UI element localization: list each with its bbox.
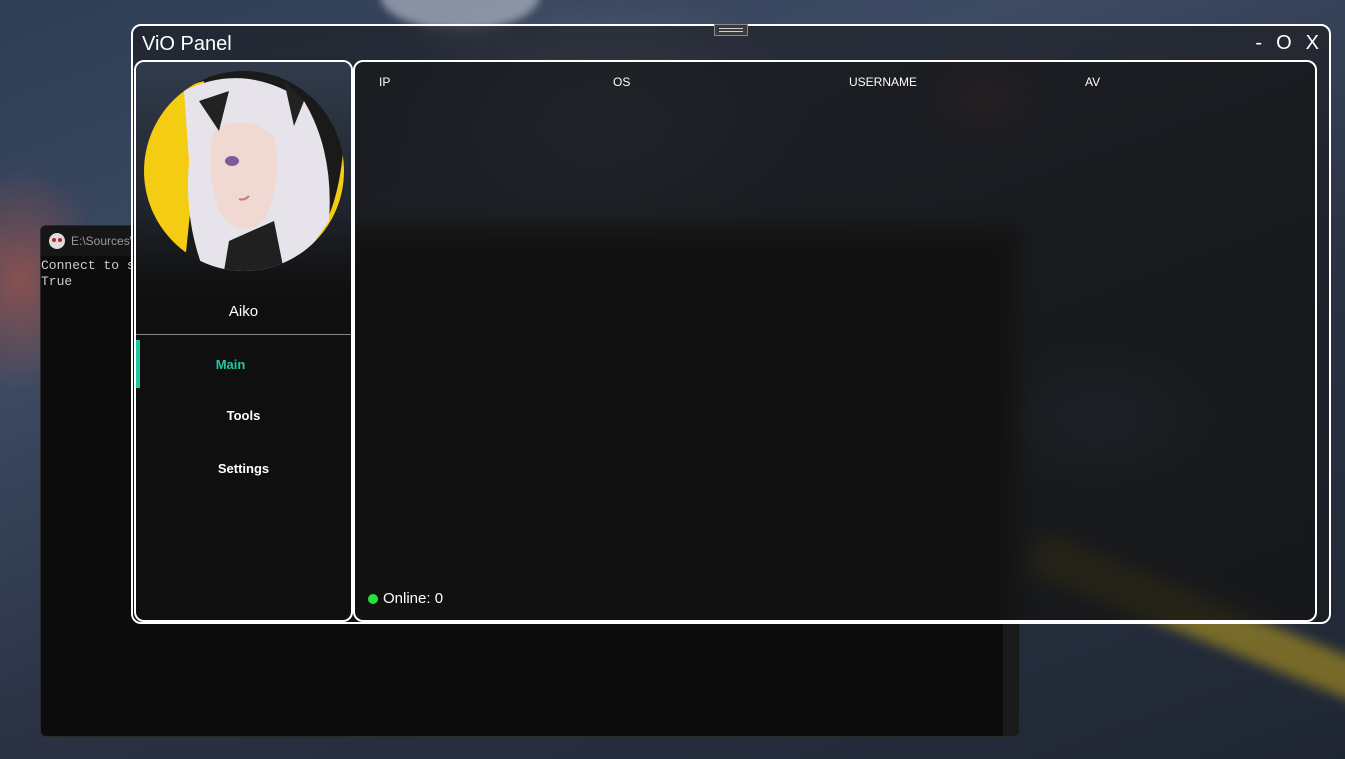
profile-name: Aiko <box>228 303 259 320</box>
sidebar-item-tools[interactable]: Tools <box>136 391 351 439</box>
console-title: E:\Sources\ <box>71 234 134 248</box>
sidebar-item-settings[interactable]: Settings <box>136 444 351 492</box>
sidebar: Aiko Main Tools Settings <box>134 60 353 622</box>
avatar <box>144 71 344 271</box>
drag-handle[interactable] <box>714 24 748 36</box>
window-controls: - O X <box>1255 32 1319 55</box>
clients-table-header: IP OS USERNAME AV <box>355 75 1315 91</box>
online-count: Online: 0 <box>383 590 444 607</box>
vio-panel-window: ViO Panel - O X Aiko Main Tools Settings… <box>131 24 1331 624</box>
maximize-button[interactable]: O <box>1276 32 1292 55</box>
desktop-wallpaper: E:\Sources\ Connect to s True ViO Panel … <box>0 0 1345 759</box>
column-header-os[interactable]: OS <box>613 75 630 89</box>
minimize-button[interactable]: - <box>1255 32 1262 55</box>
active-indicator <box>136 340 140 388</box>
online-dot-icon <box>368 593 378 604</box>
sidebar-divider <box>136 334 351 335</box>
column-header-username[interactable]: USERNAME <box>849 75 917 89</box>
online-status: Online: 0 <box>368 590 443 607</box>
sidebar-item-label: Settings <box>217 460 270 476</box>
skull-icon <box>49 233 65 249</box>
column-header-av[interactable]: AV <box>1085 75 1100 89</box>
main-content: IP OS USERNAME AV Online: 0 <box>353 60 1317 622</box>
column-header-ip[interactable]: IP <box>379 75 390 89</box>
sidebar-item-label: Tools <box>226 407 261 423</box>
window-title: ViO Panel <box>142 33 232 55</box>
avatar-image <box>144 71 344 271</box>
close-button[interactable]: X <box>1306 32 1319 55</box>
sidebar-item-main[interactable]: Main <box>136 340 351 388</box>
sidebar-item-label: Main <box>215 356 246 372</box>
